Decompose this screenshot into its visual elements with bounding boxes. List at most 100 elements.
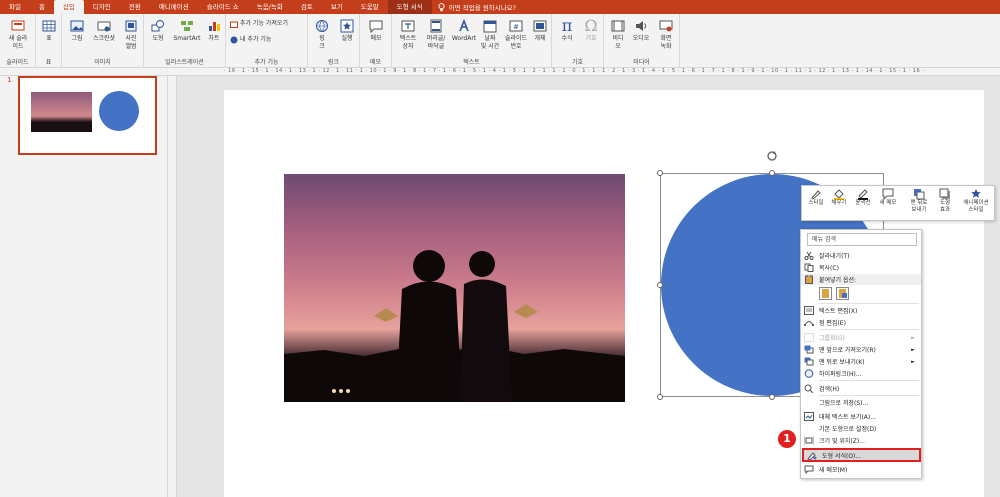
tab-help[interactable]: 도움말 [352, 0, 388, 14]
equation-button[interactable]: π 수식 [556, 16, 578, 43]
group-label-comments: 메모 [369, 59, 382, 66]
mini-animation-style-button[interactable]: 애니메이션 스타일 [958, 188, 994, 214]
menu-item-hyperlink[interactable]: 하이퍼링크(H)... [801, 368, 921, 379]
date-time-label: 날짜 및 시간 [480, 35, 500, 50]
mini-shape-effects-label: 도형 효과 [939, 200, 951, 213]
menu-item-new-comment[interactable]: 새 메모(M) [801, 464, 921, 475]
tab-animations[interactable]: 애니메이션 [150, 0, 198, 14]
paste-keep-format-icon[interactable] [819, 287, 832, 300]
silhouette-photo[interactable] [284, 174, 625, 402]
my-addins-button[interactable]: 내 추가 기능 [230, 36, 271, 44]
menu-item-save-as-picture[interactable]: 그림으로 저장(S)... [801, 397, 921, 408]
resize-handle-bc[interactable] [769, 394, 775, 400]
menu-label-copy: 복사(C) [819, 265, 839, 272]
tab-insert[interactable]: 삽입 [53, 0, 84, 14]
tab-review[interactable]: 검토 [292, 0, 322, 14]
menu-item-edit-text[interactable]: 텍스트 편집(X) [801, 305, 921, 316]
resize-handle-ml[interactable] [657, 282, 663, 288]
size-position-icon [804, 436, 814, 445]
slide-thumbnail[interactable] [18, 76, 157, 155]
vertical-ruler [168, 76, 177, 497]
resize-handle-tl[interactable] [657, 170, 663, 176]
audio-button[interactable]: 오디오 [630, 16, 652, 43]
group-label-illustrations: 일러스트레이션 [165, 59, 204, 66]
paste-option-row [819, 287, 849, 301]
chart-button[interactable]: 차트 [204, 16, 224, 43]
ribbon-tab-bar: 파일 홈 삽입 디자인 전환 애니메이션 슬라이드 쇼 녹음/녹화 검토 보기 … [0, 0, 1000, 14]
shapes-label: 도형 [152, 35, 164, 42]
menu-item-cut[interactable]: 잘라내기(T) [801, 250, 921, 261]
textbox-label: 텍스트 상자 [399, 35, 417, 50]
menu-item-search[interactable]: 검색(H) [801, 383, 921, 394]
mini-style-button[interactable]: 스타일 [805, 188, 827, 207]
group-label-tables: 표 [45, 59, 52, 66]
smartart-button[interactable]: SmartArt [172, 16, 202, 43]
screen-recording-button[interactable]: 화면 녹화 [654, 16, 678, 51]
tab-view[interactable]: 보기 [322, 0, 352, 14]
screenshot-button[interactable]: 스크린샷 [90, 16, 118, 43]
menu-item-alt-text[interactable]: 대체 텍스트 보기(A)... [801, 411, 921, 422]
mini-new-comment-button[interactable]: 새 메모 [876, 188, 900, 207]
context-menu: 메뉴 검색 잘라내기(T) 복사(C) 붙여넣기 옵션: 텍스트 편집(X) 점… [800, 229, 922, 479]
menu-item-format-shape[interactable]: 도형 서식(O)... [802, 448, 921, 462]
slide-number-button[interactable]: # 슬라이드 번호 [502, 16, 530, 51]
object-button[interactable]: 개체 [530, 16, 550, 43]
symbol-button[interactable]: Ω 기호 [580, 16, 602, 43]
step-number-badge: 1 [778, 430, 796, 448]
rotate-handle-icon[interactable] [766, 150, 778, 162]
picture-button[interactable]: 그림 [66, 16, 88, 43]
action-button[interactable]: 실행 [336, 16, 358, 43]
menu-item-bring-front[interactable]: 맨 앞으로 가져오기(R) ► [801, 344, 921, 355]
comment-button[interactable]: 메모 [365, 16, 387, 43]
group-label-media: 미디어 [633, 59, 650, 66]
shapes-button[interactable]: 도형 [148, 16, 168, 43]
tab-record[interactable]: 녹음/녹화 [248, 0, 292, 14]
menu-label-alt-text: 대체 텍스트 보기(A)... [819, 414, 876, 421]
paste-picture-icon[interactable] [836, 287, 849, 300]
tab-home[interactable]: 홈 [30, 0, 54, 14]
video-button[interactable]: 비디 오 [608, 16, 628, 51]
shapes-icon [151, 20, 164, 32]
date-time-button[interactable]: 날짜 및 시간 [478, 16, 502, 51]
menu-label-bring-front: 맨 앞으로 가져오기(R) [819, 347, 876, 354]
menu-label-new-comment: 새 메모(M) [819, 467, 848, 474]
wordart-button[interactable]: WordArt [450, 16, 478, 43]
tell-me-search[interactable]: 어떤 작업을 원하시나요? [438, 2, 516, 12]
table-icon [42, 20, 56, 32]
thumbnail-circle [99, 91, 139, 131]
lightbulb-icon [438, 2, 445, 11]
mini-fill-button[interactable]: 채우기 [828, 188, 850, 207]
edit-text-icon [804, 306, 814, 315]
menu-search-box[interactable]: 메뉴 검색 [807, 233, 917, 246]
get-addins-button[interactable]: 추가 기능 가져오기 [230, 20, 288, 28]
menu-item-size-position[interactable]: 크기 및 위치(Z)... [801, 435, 921, 446]
link-button[interactable]: 링 크 [312, 16, 332, 51]
menu-item-set-default-shape[interactable]: 기본 도형으로 설정(D) [801, 423, 921, 434]
new-slide-button[interactable]: 새 슬라 이드 [3, 16, 33, 51]
tab-transitions[interactable]: 전환 [120, 0, 150, 14]
mini-shape-effects-button[interactable]: 도형 효과 [934, 188, 956, 214]
mini-send-back-button[interactable]: 맨 뒤로 보내기 [906, 188, 932, 214]
textbox-icon [401, 20, 415, 32]
group-addins: 추가 기능 가져오기 내 추가 기능 추가 기능 [226, 14, 308, 68]
paste-icon [805, 275, 813, 284]
menu-item-send-back[interactable]: 맨 뒤로 보내기(K) ► [801, 356, 921, 367]
header-footer-button[interactable]: 머리글/ 바닥글 [422, 16, 450, 51]
screen-recording-icon [659, 20, 673, 32]
edit-points-icon [804, 321, 814, 326]
menu-item-edit-points[interactable]: 점 편집(E) [801, 317, 921, 328]
tab-slideshow[interactable]: 슬라이드 쇼 [198, 0, 248, 14]
picture-label: 그림 [71, 35, 83, 42]
tab-design[interactable]: 디자인 [84, 0, 120, 14]
tab-file[interactable]: 파일 [0, 0, 30, 14]
menu-item-copy[interactable]: 복사(C) [801, 262, 921, 273]
symbol-label: 기호 [585, 35, 597, 42]
new-comment-icon [804, 465, 814, 474]
textbox-button[interactable]: 텍스트 상자 [396, 16, 420, 51]
resize-handle-tc[interactable] [769, 170, 775, 176]
photo-album-button[interactable]: 사진 앨범 [120, 16, 142, 51]
table-button[interactable]: 표 [38, 16, 60, 43]
resize-handle-bl[interactable] [657, 394, 663, 400]
tab-shape-format[interactable]: 도형 서식 [387, 0, 432, 14]
mini-outline-button[interactable]: 윤곽선 [851, 188, 875, 207]
